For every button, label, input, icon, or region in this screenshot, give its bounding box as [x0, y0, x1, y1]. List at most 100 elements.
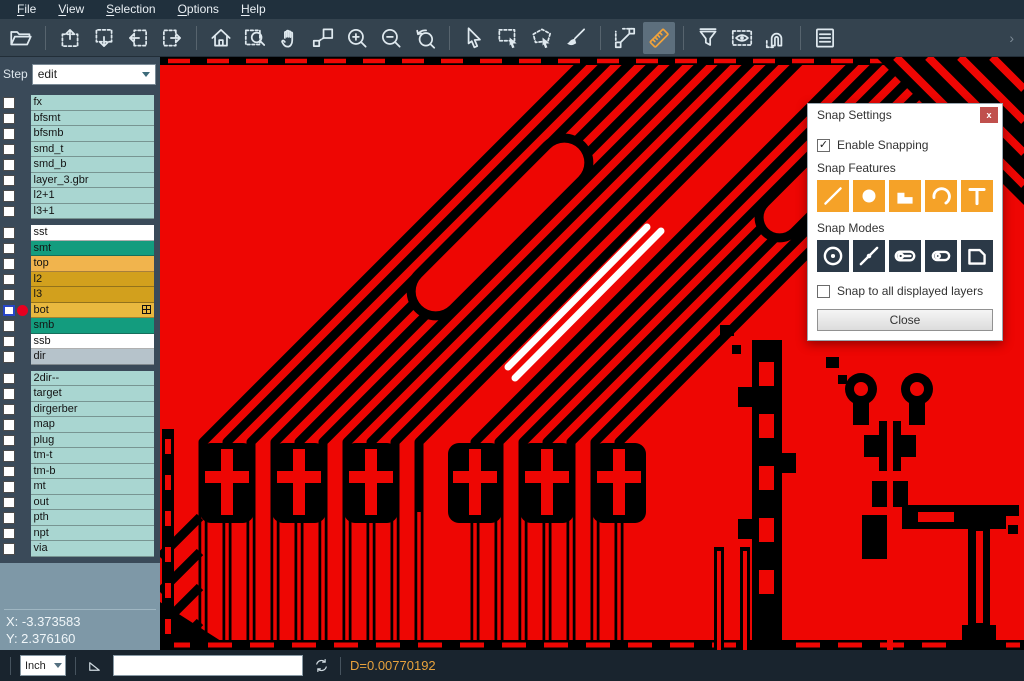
- layer-visibility-checkbox[interactable]: [3, 144, 15, 156]
- shift-down-button[interactable]: [88, 22, 120, 54]
- mode-slot-end-button[interactable]: [889, 240, 921, 272]
- layer-label[interactable]: mt: [31, 479, 155, 495]
- shift-up-button[interactable]: [54, 22, 86, 54]
- pan-button[interactable]: [273, 22, 305, 54]
- layer-row-npt[interactable]: npt: [0, 526, 160, 542]
- ruler-button[interactable]: [643, 22, 675, 54]
- layer-label[interactable]: target: [31, 386, 155, 402]
- layer-label[interactable]: tm-t: [31, 448, 155, 464]
- snap-button[interactable]: [760, 22, 792, 54]
- layer-row-smd_t[interactable]: smd_t: [0, 142, 160, 158]
- zoom-out-button[interactable]: [375, 22, 407, 54]
- layer-label[interactable]: l3+1: [31, 204, 155, 220]
- measure-line-button[interactable]: [609, 22, 641, 54]
- layer-visibility-checkbox[interactable]: [3, 274, 15, 286]
- layer-row-pth[interactable]: pth: [0, 510, 160, 526]
- layer-row-smb[interactable]: smb: [0, 318, 160, 334]
- layer-row-plug[interactable]: plug: [0, 433, 160, 449]
- layer-row-sst[interactable]: sst: [0, 225, 160, 241]
- layer-visibility-checkbox[interactable]: [3, 336, 15, 348]
- shift-right-button[interactable]: [156, 22, 188, 54]
- layer-visibility-checkbox[interactable]: [3, 512, 15, 524]
- pcb-canvas[interactable]: Snap Settings x ✓ Enable Snapping Snap F…: [160, 57, 1024, 650]
- layer-row-layer_3.gbr[interactable]: layer_3.gbr: [0, 173, 160, 189]
- layer-visibility-checkbox[interactable]: [3, 258, 15, 270]
- snap-arc-button[interactable]: [925, 180, 957, 212]
- layer-row-fx[interactable]: fx: [0, 95, 160, 111]
- toolbar-overflow-icon[interactable]: ›: [1009, 30, 1020, 46]
- layer-row-map[interactable]: map: [0, 417, 160, 433]
- layer-visibility-checkbox[interactable]: [3, 190, 15, 202]
- view-area-button[interactable]: [726, 22, 758, 54]
- select-polygon-button[interactable]: [526, 22, 558, 54]
- zoom-in-button[interactable]: [341, 22, 373, 54]
- layer-row-l2[interactable]: l2: [0, 272, 160, 288]
- layer-visibility-checkbox[interactable]: [3, 113, 15, 125]
- layer-label[interactable]: map: [31, 417, 155, 433]
- layer-label[interactable]: bot: [31, 303, 155, 319]
- layer-label[interactable]: sst: [31, 225, 155, 241]
- open-folder-button[interactable]: [5, 22, 37, 54]
- menu-help[interactable]: Help: [230, 0, 277, 19]
- menu-file[interactable]: File: [6, 0, 47, 19]
- sync-icon[interactable]: [312, 656, 331, 675]
- layer-row-smd_b[interactable]: smd_b: [0, 157, 160, 173]
- layer-visibility-checkbox[interactable]: [3, 419, 15, 431]
- snap-line-button[interactable]: [817, 180, 849, 212]
- layer-row-2dir--[interactable]: 2dir--: [0, 371, 160, 387]
- layer-row-smt[interactable]: smt: [0, 241, 160, 257]
- all-layers-row[interactable]: Snap to all displayed layers: [817, 284, 993, 298]
- mode-center-button[interactable]: [817, 240, 849, 272]
- layer-row-tm-b[interactable]: tm-b: [0, 464, 160, 480]
- mode-point-line-button[interactable]: [853, 240, 885, 272]
- layer-label[interactable]: bfsmb: [31, 126, 155, 142]
- select-pointer-button[interactable]: [458, 22, 490, 54]
- layer-label[interactable]: ssb: [31, 334, 155, 350]
- layer-row-via[interactable]: via: [0, 541, 160, 557]
- layer-row-bot[interactable]: bot: [0, 303, 160, 319]
- layer-label[interactable]: dirgerber: [31, 402, 155, 418]
- step-dropdown[interactable]: edit: [32, 64, 156, 85]
- layer-label[interactable]: fx: [31, 95, 155, 111]
- layer-visibility-checkbox[interactable]: [3, 435, 15, 447]
- layer-visibility-checkbox[interactable]: [3, 175, 15, 187]
- dialog-titlebar[interactable]: Snap Settings x: [808, 104, 1002, 126]
- mode-slot-button[interactable]: [925, 240, 957, 272]
- layer-label[interactable]: bfsmt: [31, 111, 155, 127]
- home-button[interactable]: [205, 22, 237, 54]
- layer-visibility-checkbox[interactable]: [3, 351, 15, 363]
- layer-label[interactable]: npt: [31, 526, 155, 542]
- menu-options[interactable]: Options: [167, 0, 230, 19]
- layer-label[interactable]: 2dir--: [31, 371, 155, 387]
- layer-label[interactable]: smb: [31, 318, 155, 334]
- layer-visibility-checkbox[interactable]: [3, 373, 15, 385]
- layer-row-bfsmb[interactable]: bfsmb: [0, 126, 160, 142]
- menu-selection[interactable]: Selection: [95, 0, 166, 19]
- layer-label[interactable]: smd_t: [31, 142, 155, 158]
- layer-visibility-checkbox[interactable]: [3, 206, 15, 218]
- zoom-previous-button[interactable]: [409, 22, 441, 54]
- layer-row-l3+1[interactable]: l3+1: [0, 204, 160, 220]
- layer-visibility-checkbox[interactable]: [3, 97, 15, 109]
- layer-row-out[interactable]: out: [0, 495, 160, 511]
- layer-row-dir[interactable]: dir: [0, 349, 160, 365]
- layer-label[interactable]: layer_3.gbr: [31, 173, 155, 189]
- enable-snapping-checkbox[interactable]: ✓: [817, 139, 830, 152]
- layer-visibility-checkbox[interactable]: [3, 243, 15, 255]
- layer-visibility-checkbox[interactable]: [3, 227, 15, 239]
- layer-visibility-checkbox[interactable]: [3, 320, 15, 332]
- layer-visibility-checkbox[interactable]: [3, 404, 15, 416]
- shift-left-button[interactable]: [122, 22, 154, 54]
- layer-visibility-checkbox[interactable]: [3, 466, 15, 478]
- layer-label[interactable]: l2: [31, 272, 155, 288]
- layer-row-target[interactable]: target: [0, 386, 160, 402]
- mode-contour-button[interactable]: [961, 240, 993, 272]
- layer-label[interactable]: l3: [31, 287, 155, 303]
- layer-label[interactable]: l2+1: [31, 188, 155, 204]
- layer-visibility-checkbox[interactable]: [3, 159, 15, 171]
- layer-visibility-checkbox[interactable]: [3, 450, 15, 462]
- layer-row-top[interactable]: top: [0, 256, 160, 272]
- angle-measure-icon[interactable]: [85, 656, 104, 675]
- layer-visibility-checkbox[interactable]: [3, 497, 15, 509]
- close-button[interactable]: Close: [817, 309, 993, 331]
